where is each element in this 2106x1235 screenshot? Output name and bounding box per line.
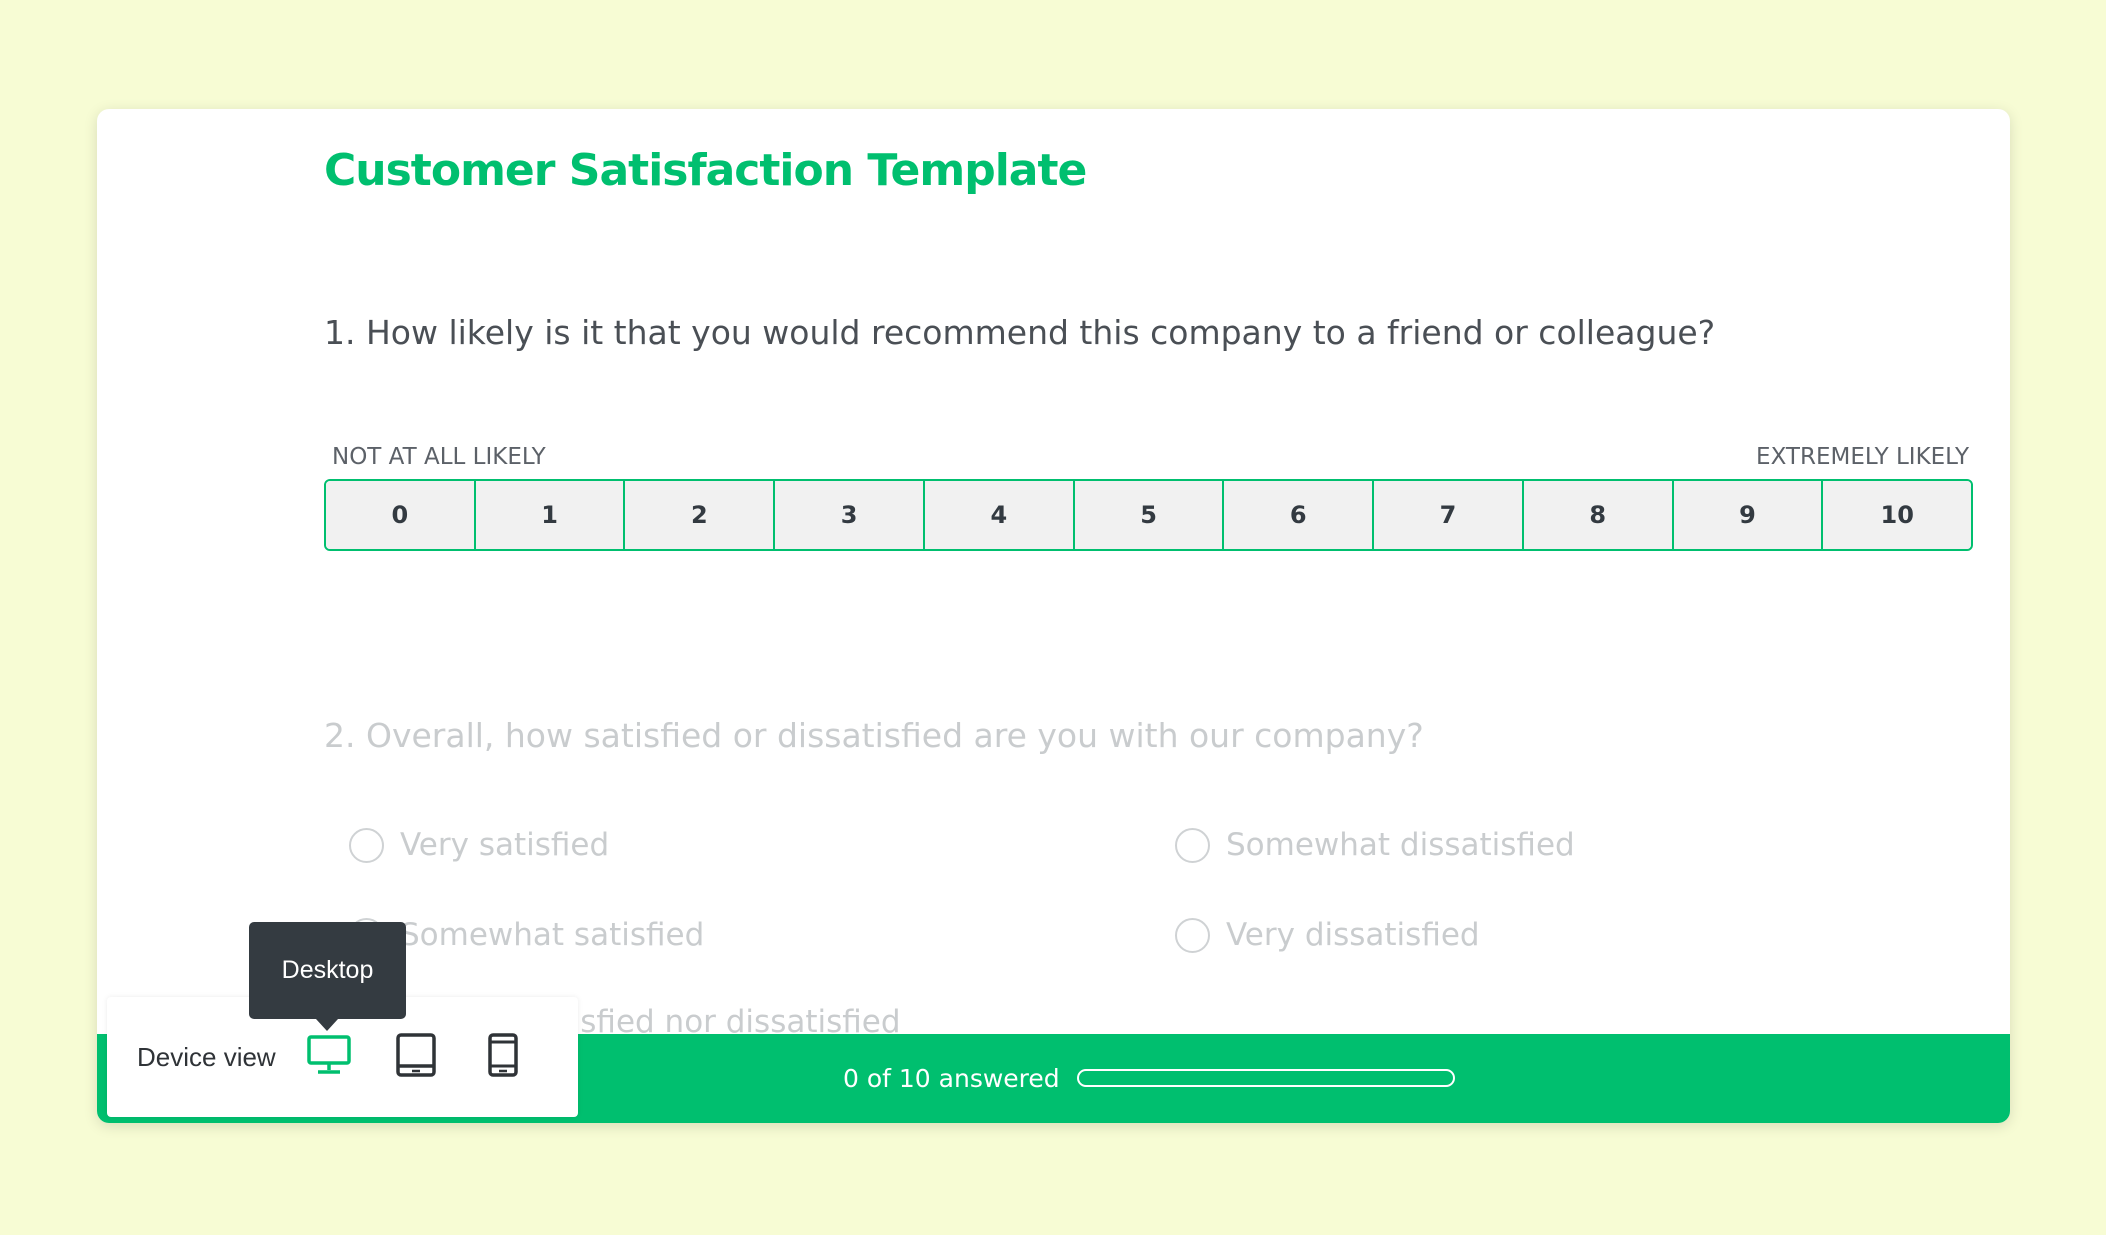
nps-scale: 0 1 2 3 4 5 6 7 8 9 10 bbox=[324, 479, 1973, 551]
desktop-view-button[interactable] bbox=[303, 1029, 355, 1081]
desktop-tooltip: Desktop bbox=[249, 922, 406, 1019]
radio-button[interactable] bbox=[1175, 917, 1210, 953]
question-1-text: 1. How likely is it that you would recom… bbox=[324, 313, 1716, 352]
survey-title: Customer Satisfaction Template bbox=[324, 145, 1087, 196]
scale-option-9[interactable]: 9 bbox=[1673, 481, 1824, 549]
desktop-icon bbox=[307, 1035, 351, 1074]
tablet-view-button[interactable] bbox=[390, 1029, 442, 1081]
option-label: Somewhat dissatisfied bbox=[1226, 827, 1575, 863]
mobile-view-button[interactable] bbox=[477, 1029, 529, 1081]
scale-option-8[interactable]: 8 bbox=[1523, 481, 1674, 549]
radio-button[interactable] bbox=[1175, 827, 1210, 863]
tablet-icon bbox=[396, 1033, 436, 1077]
scale-option-10[interactable]: 10 bbox=[1823, 481, 1971, 549]
scale-option-4[interactable]: 4 bbox=[924, 481, 1075, 549]
question-2-text: 2. Overall, how satisfied or dissatisfie… bbox=[324, 716, 1424, 755]
scale-option-0[interactable]: 0 bbox=[326, 481, 476, 549]
option-label: Somewhat satisfied bbox=[400, 917, 705, 953]
scale-low-label: NOT AT ALL LIKELY bbox=[332, 444, 546, 470]
scale-option-2[interactable]: 2 bbox=[625, 481, 776, 549]
scale-high-label: EXTREMELY LIKELY bbox=[1756, 444, 1969, 470]
option-very-satisfied[interactable]: Very satisfied bbox=[349, 827, 609, 863]
scale-option-3[interactable]: 3 bbox=[775, 481, 925, 549]
option-label: Very dissatisfied bbox=[1226, 917, 1480, 953]
progress-text: 0 of 10 answered bbox=[843, 1064, 1060, 1093]
progress-bar bbox=[1077, 1069, 1455, 1087]
mobile-icon bbox=[488, 1033, 518, 1077]
option-label: Very satisfied bbox=[400, 827, 610, 863]
scale-option-5[interactable]: 5 bbox=[1074, 481, 1225, 549]
tooltip-arrow bbox=[316, 1019, 338, 1031]
option-very-dissatisfied[interactable]: Very dissatisfied bbox=[1175, 917, 1480, 953]
radio-button[interactable] bbox=[349, 827, 384, 863]
option-somewhat-dissatisfied[interactable]: Somewhat dissatisfied bbox=[1175, 827, 1575, 863]
scale-option-1[interactable]: 1 bbox=[475, 481, 626, 549]
scale-option-7[interactable]: 7 bbox=[1374, 481, 1524, 549]
scale-option-6[interactable]: 6 bbox=[1224, 481, 1375, 549]
